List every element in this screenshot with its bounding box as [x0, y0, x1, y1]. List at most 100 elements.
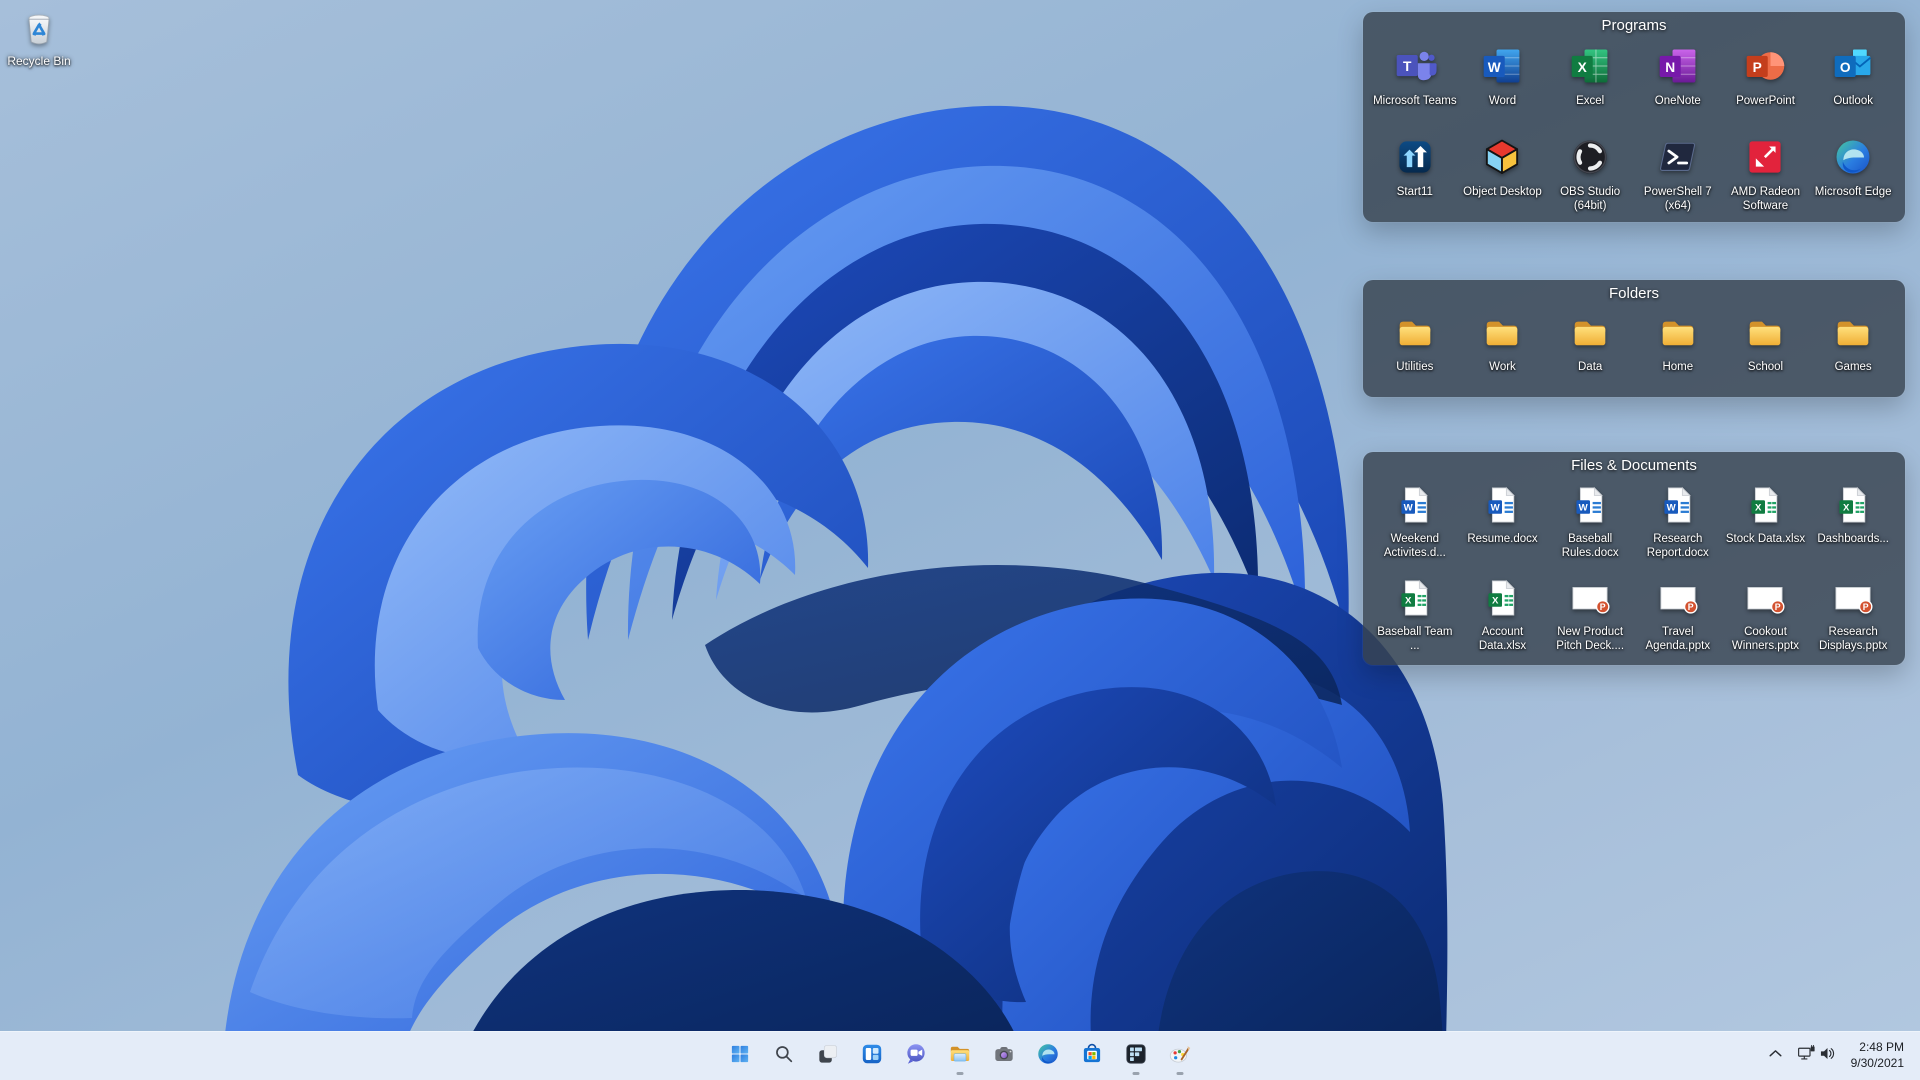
recycle-bin[interactable]: Recycle Bin: [5, 6, 73, 68]
fence-item-label: Games: [1834, 361, 1872, 373]
fence-item-cookout-winners-pptx[interactable]: P Cookout Winners.pptx: [1722, 573, 1810, 666]
fence-item-word[interactable]: W Word: [1459, 40, 1547, 131]
word-doc-icon: W: [1664, 486, 1691, 523]
search-icon: [776, 1045, 793, 1062]
object-desktop-icon: [1486, 139, 1519, 174]
fence-item-label: Microsoft Teams: [1373, 95, 1457, 107]
fence-title-folders[interactable]: Folders: [1363, 280, 1905, 307]
volume-icon: [1817, 1043, 1838, 1069]
ppt-slide-icon: P: [1835, 587, 1873, 614]
excel-doc-icon: X: [1831, 484, 1875, 531]
fence-item-label: OneNote: [1654, 95, 1701, 107]
fence-item-powershell-7-x64[interactable]: PowerShell 7 (x64): [1634, 131, 1722, 222]
fence-item-research-displays-pptx[interactable]: P Research Displays.pptx: [1809, 573, 1897, 666]
fences-app-icon: [1126, 1043, 1146, 1064]
taskbar-button-chat[interactable]: [894, 1034, 938, 1078]
fence-item-dashboards[interactable]: X Dashboards...: [1809, 480, 1897, 573]
taskbar-button-microsoft-store[interactable]: [1070, 1034, 1114, 1078]
fence-title-files[interactable]: Files & Documents: [1363, 452, 1905, 479]
fence-item-microsoft-edge[interactable]: Microsoft Edge: [1809, 131, 1897, 222]
fence-item-label: School: [1747, 361, 1784, 373]
word-app-icon: W: [1480, 44, 1524, 93]
taskbar-button-widgets[interactable]: [850, 1034, 894, 1078]
explorer-icon: [950, 1046, 970, 1061]
palette-icon: [1169, 1045, 1191, 1063]
fence-item-new-product-pitch-deck[interactable]: P New Product Pitch Deck....: [1546, 573, 1634, 666]
taskbar-button-camera[interactable]: [982, 1034, 1026, 1078]
svg-text:W: W: [1488, 60, 1501, 75]
fence-item-baseball-rules-docx[interactable]: W Baseball Rules.docx: [1546, 480, 1634, 573]
svg-text:X: X: [1843, 503, 1850, 514]
explorer-icon: [947, 1041, 973, 1072]
fence-item-data[interactable]: Data: [1546, 308, 1634, 375]
edge-icon: [1038, 1043, 1058, 1064]
folder-icon: [1830, 312, 1876, 359]
excel-doc-icon: X: [1751, 486, 1779, 523]
ppt-slide-icon: P: [1743, 577, 1787, 624]
fence-item-travel-agenda-pptx[interactable]: P Travel Agenda.pptx: [1634, 573, 1722, 666]
fence-item-label: Home: [1662, 361, 1694, 373]
camera-icon: [995, 1046, 1013, 1061]
start-icon: [731, 1045, 749, 1062]
widgets-icon: [859, 1041, 885, 1072]
fence-item-amd-radeon-software[interactable]: AMD Radeon Software: [1722, 131, 1810, 222]
fence-item-utilities[interactable]: Utilities: [1371, 308, 1459, 375]
fence-item-excel[interactable]: X Excel: [1546, 40, 1634, 131]
fence-item-onenote[interactable]: N OneNote: [1634, 40, 1722, 131]
onenote-app-icon: N: [1656, 44, 1700, 93]
fence-item-resume-docx[interactable]: W Resume.docx: [1459, 480, 1547, 573]
svg-text:T: T: [1403, 59, 1412, 74]
taskbar-button-task-view[interactable]: [806, 1034, 850, 1078]
fence-item-school[interactable]: School: [1722, 308, 1810, 375]
tray-hidden-icons-button[interactable]: [1760, 1036, 1791, 1076]
taskbar-button-search[interactable]: [762, 1034, 806, 1078]
fence-item-home[interactable]: Home: [1634, 308, 1722, 375]
fence-item-outlook[interactable]: O Outlook: [1809, 40, 1897, 131]
fence-item-start11[interactable]: Start11: [1371, 131, 1459, 222]
fence-item-research-report-docx[interactable]: W Research Report.docx: [1634, 480, 1722, 573]
edge-icon: [1836, 140, 1870, 174]
excel-doc-icon: X: [1480, 577, 1524, 624]
excel-app-icon: X: [1571, 49, 1608, 83]
volume-icon: [1820, 1048, 1834, 1059]
fence-title-programs[interactable]: Programs: [1363, 12, 1905, 39]
fence-item-obs-studio-64bit[interactable]: OBS Studio (64bit): [1546, 131, 1634, 222]
taskbar-clock[interactable]: 2:48 PM 9/30/2021: [1843, 1036, 1916, 1076]
fence-item-label: Cookout Winners.pptx: [1731, 626, 1800, 652]
taskbar-button-fences[interactable]: [1114, 1034, 1158, 1078]
folder-icon: [1655, 312, 1701, 359]
search-icon: [771, 1041, 797, 1072]
teams-icon: T: [1396, 51, 1437, 81]
fence-item-stock-data-xlsx[interactable]: X Stock Data.xlsx: [1722, 480, 1810, 573]
svg-text:X: X: [1578, 60, 1588, 75]
recycle-bin-icon: [18, 6, 60, 53]
fence-item-games[interactable]: Games: [1809, 308, 1897, 375]
folder-icon: [1837, 321, 1869, 346]
fence-item-microsoft-teams[interactable]: T Microsoft Teams: [1371, 40, 1459, 131]
fence-item-work[interactable]: Work: [1459, 308, 1547, 375]
powershell-icon: [1656, 135, 1700, 184]
task-view-icon: [815, 1041, 841, 1072]
taskbar-button-edge-browser[interactable]: [1026, 1034, 1070, 1078]
ppt-slide-icon: P: [1656, 577, 1700, 624]
recycle-bin-label: Recycle Bin: [7, 54, 71, 68]
svg-text:N: N: [1665, 60, 1675, 75]
fence-item-label: Utilities: [1396, 361, 1434, 373]
fence-item-label: Object Desktop: [1463, 186, 1542, 198]
fence-item-weekend-activites-d[interactable]: W Weekend Activites.d...: [1371, 480, 1459, 573]
excel-doc-icon: X: [1839, 486, 1867, 523]
taskbar-button-start[interactable]: [718, 1034, 762, 1078]
powershell-icon: [1659, 142, 1695, 172]
taskbar-button-file-explorer[interactable]: [938, 1034, 982, 1078]
object-desktop-icon: [1480, 135, 1524, 184]
folder-icon: [1662, 321, 1694, 346]
taskbar-button-paint-palette[interactable]: [1158, 1034, 1202, 1078]
excel-doc-icon: X: [1743, 484, 1787, 531]
fence-item-baseball-team[interactable]: X Baseball Team ...: [1371, 573, 1459, 666]
fence-item-account-data-xlsx[interactable]: X Account Data.xlsx: [1459, 573, 1547, 666]
fence-item-label: Stock Data.xlsx: [1725, 533, 1806, 545]
folder-icon: [1574, 321, 1606, 346]
tray-network-volume-button[interactable]: [1791, 1036, 1843, 1076]
fence-item-object-desktop[interactable]: Object Desktop: [1459, 131, 1547, 222]
fence-item-powerpoint[interactable]: P PowerPoint: [1722, 40, 1810, 131]
